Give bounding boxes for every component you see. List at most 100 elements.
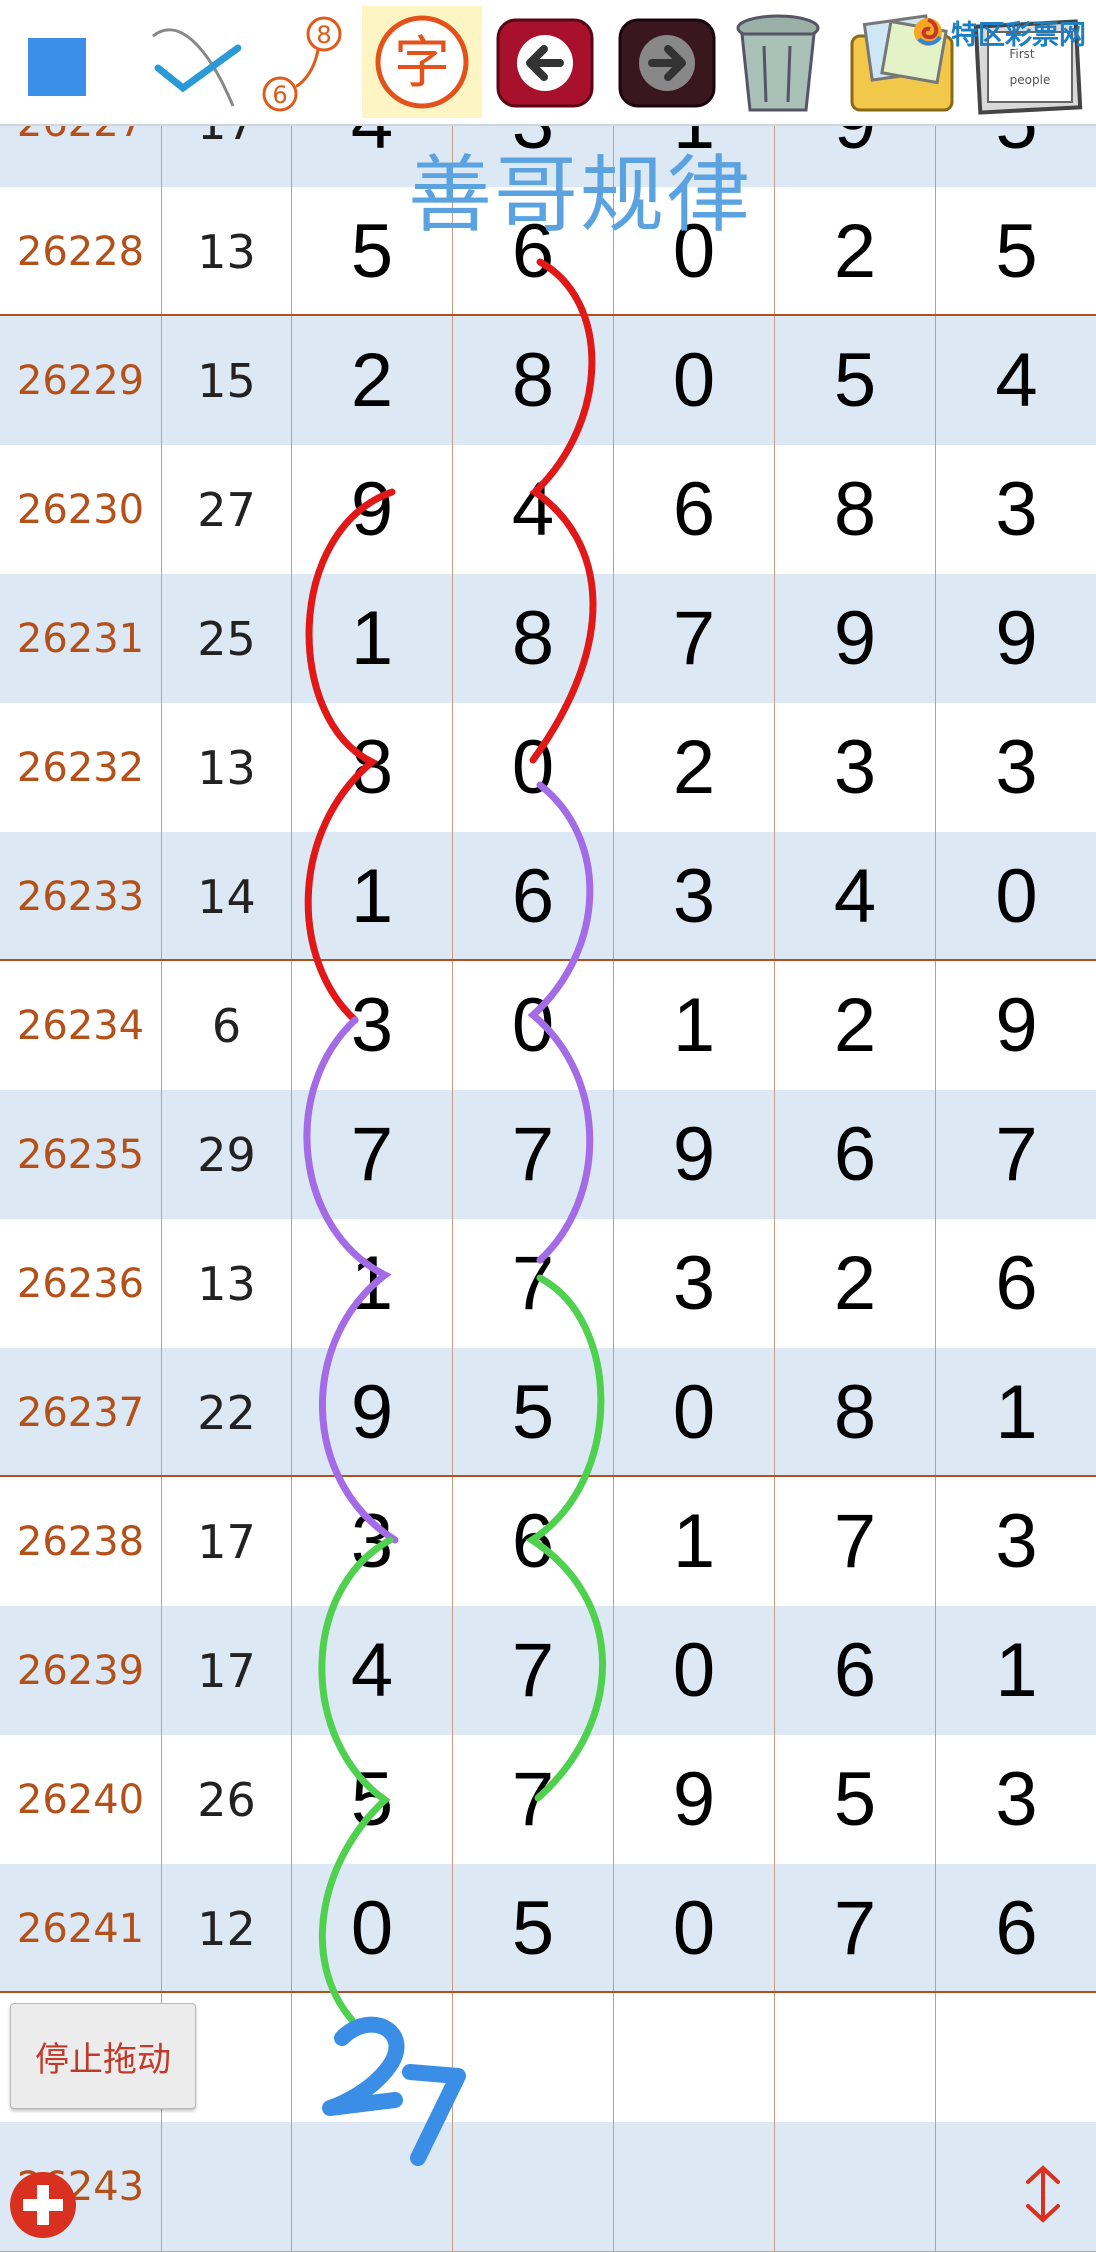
digit-cell: [614, 1993, 775, 2122]
redo-arrow-icon[interactable]: [612, 6, 722, 118]
text-tool-icon[interactable]: 字: [362, 6, 482, 118]
sum-value: 15: [162, 316, 292, 445]
digit-cell: [453, 1993, 614, 2122]
table-row: 26239 17 4 7 0 6 1: [0, 1606, 1096, 1735]
table-row: 26229 15 2 8 0 5 4: [0, 316, 1096, 445]
digit-cell: 3: [995, 1499, 1038, 1584]
digit-cell: 7: [775, 1477, 936, 1606]
digit-cell: 8: [775, 445, 936, 574]
sum-value: 26: [162, 1735, 292, 1864]
digit-cell: 0: [614, 1606, 775, 1735]
digit-cell: 1: [995, 1628, 1038, 1713]
digit-cell: 9: [614, 1735, 775, 1864]
digit-cell: 3: [995, 725, 1038, 810]
digit-cell: 6: [614, 445, 775, 574]
digit-cell: 6: [453, 832, 614, 961]
sum-value: 12: [162, 1864, 292, 1993]
digit-cell: 5: [453, 1348, 614, 1477]
sum-value: 25: [162, 574, 292, 703]
issue-number: 26234: [0, 961, 162, 1090]
digit-cell: [775, 2122, 936, 2251]
digit-cell: 1: [292, 1219, 453, 1348]
swirl-logo-icon: [914, 18, 942, 46]
digit-cell: 3: [292, 1477, 453, 1606]
digit-cell: 1: [614, 1477, 775, 1606]
digit-cell: 7: [292, 1090, 453, 1219]
digit-cell: 8: [453, 574, 614, 703]
sum-value: 13: [162, 703, 292, 832]
digit-cell: 2: [775, 1219, 936, 1348]
table-row: 26241 12 0 5 0 7 6: [0, 1864, 1096, 1993]
digit-cell: 2: [614, 703, 775, 832]
digit-cell: 9: [292, 1348, 453, 1477]
brand-logo: 特区彩票网: [911, 12, 1086, 52]
table-row: 26237 22 9 5 0 8 1: [0, 1348, 1096, 1477]
undo-arrow-icon[interactable]: [490, 6, 600, 118]
issue-number: 26238: [0, 1477, 162, 1606]
sum-value: 14: [162, 832, 292, 961]
digit-cell: 6: [453, 1477, 614, 1606]
add-plus-icon[interactable]: [8, 2170, 78, 2240]
digit-cell: [936, 2122, 1096, 2251]
digit-cell: 7: [775, 1864, 936, 1993]
sum-value: 17: [162, 1477, 292, 1606]
number-path-icon[interactable]: 8 6: [258, 6, 348, 118]
table-row: 26231 25 1 8 7 9 9: [0, 574, 1096, 703]
digit-cell: 1: [292, 832, 453, 961]
digit-cell: 9: [292, 445, 453, 574]
digit-cell: 6: [995, 1886, 1038, 1971]
pen-check-icon[interactable]: [138, 6, 248, 118]
digit-cell: 8: [775, 1348, 936, 1477]
digit-cell: 3: [614, 1219, 775, 1348]
digit-cell: 4: [995, 338, 1038, 423]
table-row: 26234 6 3 0 1 2 9: [0, 961, 1096, 1090]
digit-cell: 5: [453, 1864, 614, 1993]
issue-number: 26235: [0, 1090, 162, 1219]
digit-cell: 7: [453, 1090, 614, 1219]
digit-cell: 5: [292, 1735, 453, 1864]
digit-cell: 4: [292, 1606, 453, 1735]
digit-cell: 1: [995, 1370, 1038, 1455]
table-row: 26235 29 7 7 9 6 7: [0, 1090, 1096, 1219]
digit-cell: 6: [995, 1241, 1038, 1326]
digit-cell: 2: [775, 961, 936, 1090]
digit-cell: 0: [292, 1864, 453, 1993]
digit-cell: [292, 1993, 453, 2122]
sum-value: [162, 2122, 292, 2251]
digit-cell: 4: [453, 445, 614, 574]
issue-number: 26228: [0, 187, 162, 316]
digit-cell: 7: [453, 1219, 614, 1348]
digit-cell: 3: [775, 703, 936, 832]
table-row: 26233 14 1 6 3 4 0: [0, 832, 1096, 961]
notepad-line2: people: [1010, 73, 1051, 87]
digit-cell: 7: [614, 574, 775, 703]
sum-value: 6: [162, 961, 292, 1090]
drawing-toolbar: 8 6 字 First people 特区彩票网: [0, 0, 1096, 126]
digit-cell: 9: [614, 1090, 775, 1219]
digit-cell: [775, 1993, 936, 2122]
stop-drag-button[interactable]: 停止拖动: [10, 2003, 196, 2109]
digit-cell: [936, 1993, 1096, 2122]
trash-icon[interactable]: [726, 6, 830, 118]
path-label-bottom: 6: [272, 81, 287, 109]
digit-cell: 3: [995, 1757, 1038, 1842]
scroll-arrows-icon[interactable]: [1018, 2160, 1068, 2225]
issue-number: 26240: [0, 1735, 162, 1864]
issue-number: 26239: [0, 1606, 162, 1735]
sum-value: 22: [162, 1348, 292, 1477]
digit-cell: 3: [292, 961, 453, 1090]
digit-cell: 0: [453, 961, 614, 1090]
digit-cell: 5: [995, 209, 1038, 294]
table-row: 26232 13 8 0 2 3 3: [0, 703, 1096, 832]
digit-cell: 4: [775, 832, 936, 961]
sum-value: 17: [162, 1606, 292, 1735]
table-row: 26243: [0, 2122, 1096, 2251]
sum-value: 13: [162, 187, 292, 316]
digit-cell: 2: [292, 316, 453, 445]
sum-value: 13: [162, 1219, 292, 1348]
draw-data-table: 2622717431952622813560252622915280542623…: [0, 0, 1096, 2252]
table-row: 26230 27 9 4 6 8 3: [0, 445, 1096, 574]
square-tool-icon[interactable]: [18, 6, 98, 118]
issue-number: 26231: [0, 574, 162, 703]
digit-cell: [453, 2122, 614, 2251]
